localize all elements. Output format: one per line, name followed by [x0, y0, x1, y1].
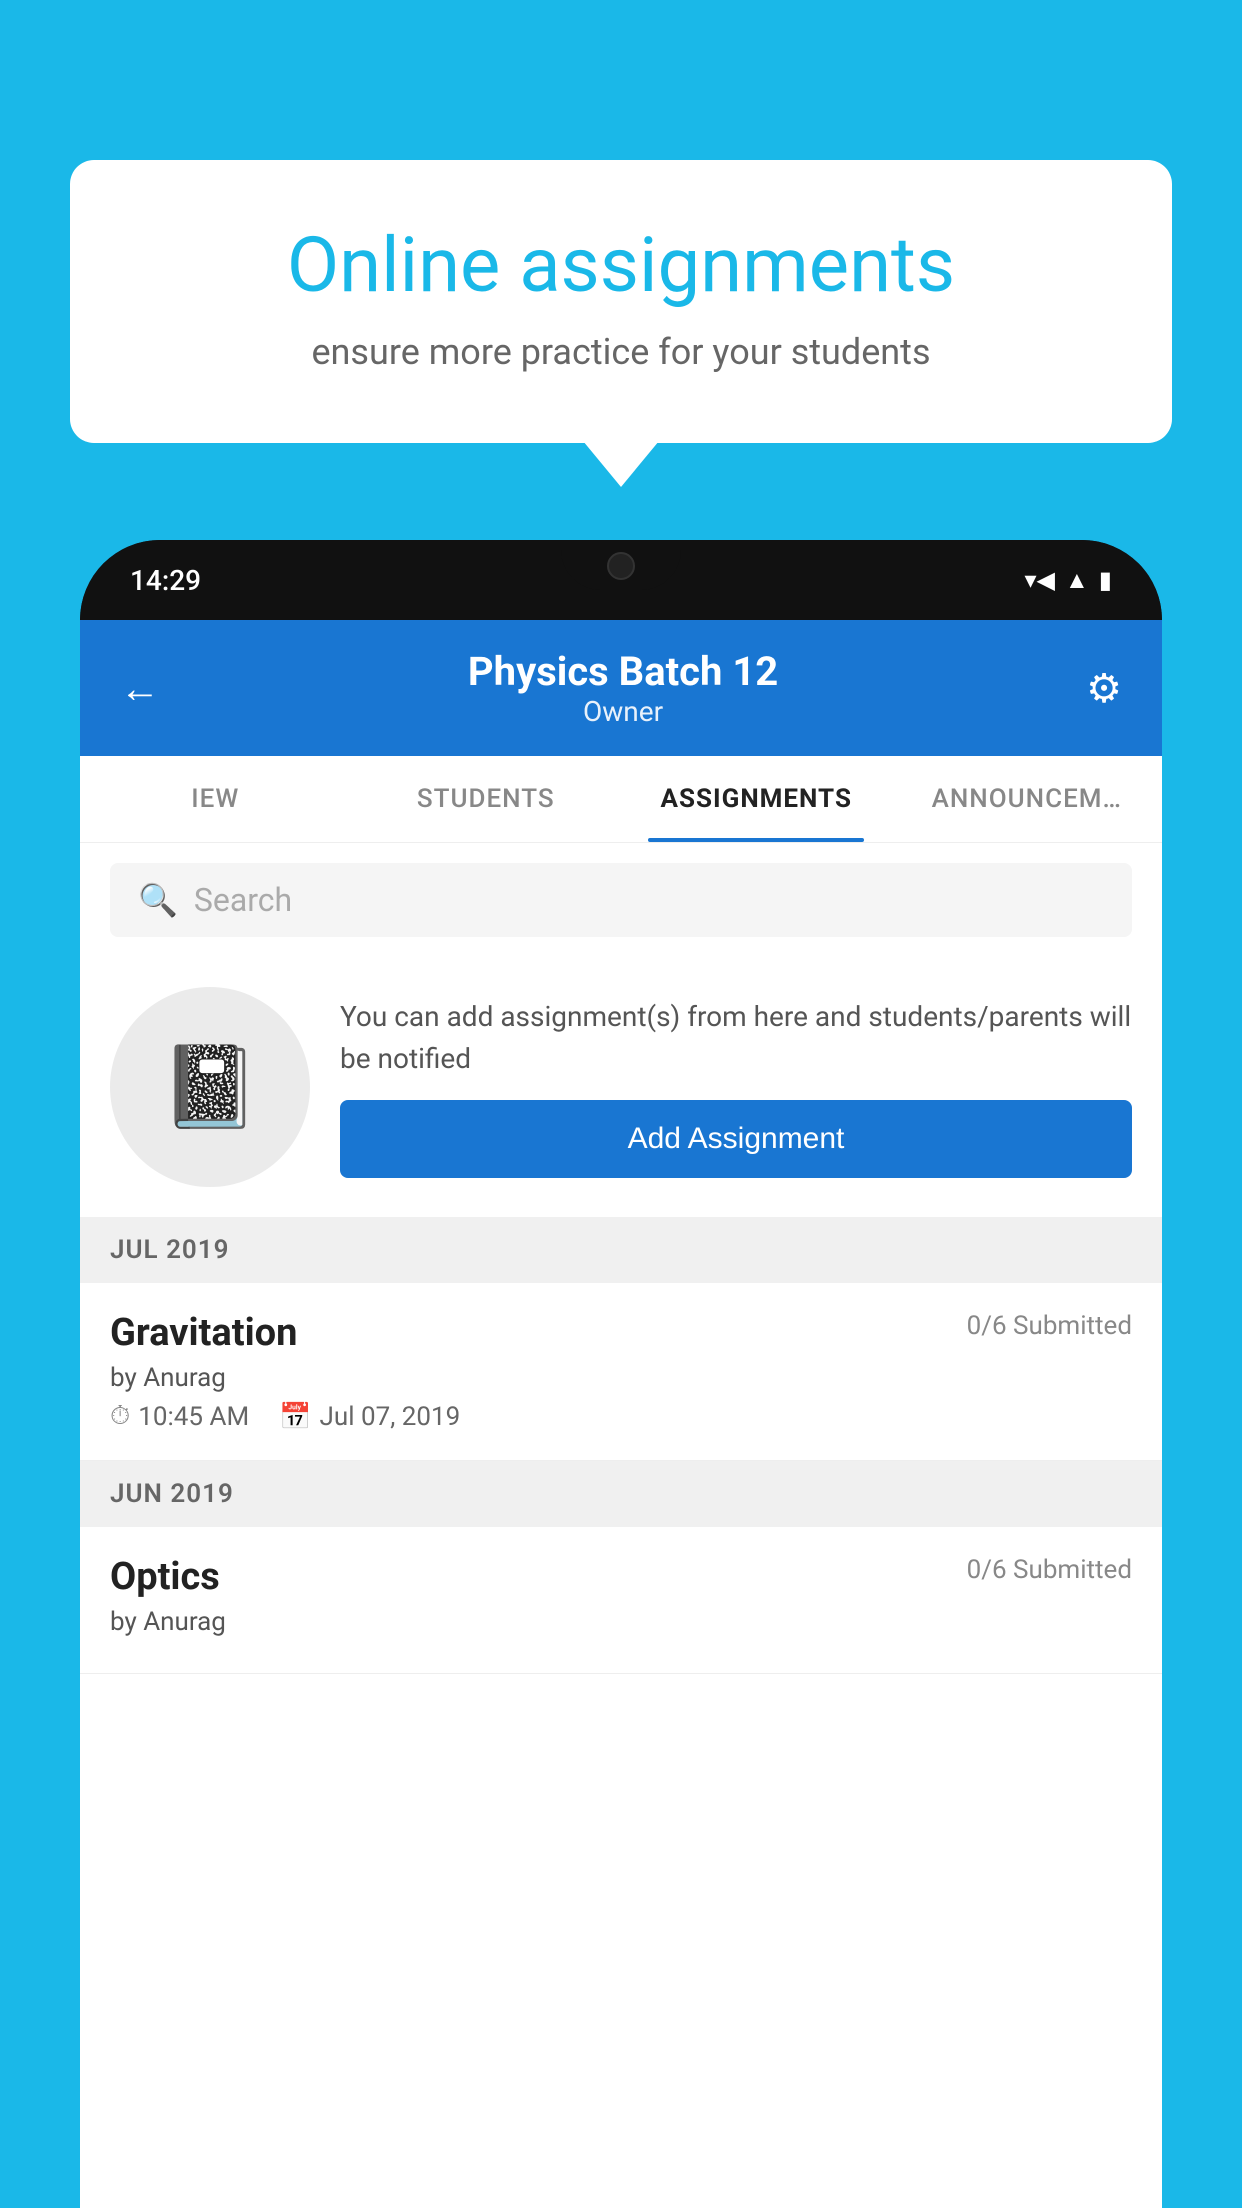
add-assignment-button[interactable]: Add Assignment	[340, 1100, 1132, 1178]
notebook-icon: 📓	[160, 1040, 260, 1134]
tab-students[interactable]: STUDENTS	[351, 756, 622, 842]
empty-state-description: You can add assignment(s) from here and …	[340, 996, 1132, 1080]
section-label-jun: JUN 2019	[110, 1479, 234, 1509]
status-bar: 14:29 ▾◀ ▲ ▮	[80, 540, 1162, 620]
assignment-submitted-optics: 0/6 Submitted	[967, 1555, 1132, 1585]
assignment-item-gravitation[interactable]: Gravitation 0/6 Submitted by Anurag ⏱ 10…	[80, 1283, 1162, 1461]
header-title: Physics Batch 12	[468, 648, 778, 695]
search-icon: 🔍	[138, 881, 178, 919]
tab-assignments[interactable]: ASSIGNMENTS	[621, 756, 892, 842]
wifi-icon: ▾◀	[1025, 566, 1056, 594]
assignment-top-row-optics: Optics 0/6 Submitted	[110, 1555, 1132, 1599]
empty-state: 📓 You can add assignment(s) from here an…	[80, 957, 1162, 1217]
assignment-date-value: Jul 07, 2019	[320, 1402, 461, 1432]
tabs-bar: IEW STUDENTS ASSIGNMENTS ANNOUNCEM…	[80, 756, 1162, 843]
phone-frame: 14:29 ▾◀ ▲ ▮ ← Physics Batch 12 Owner ⚙ …	[80, 540, 1162, 2208]
section-label-jul: JUL 2019	[110, 1235, 230, 1265]
calendar-icon: 📅	[279, 1402, 311, 1432]
assignment-title-gravitation: Gravitation	[110, 1311, 297, 1355]
tab-iew[interactable]: IEW	[80, 756, 351, 842]
assignment-item-optics[interactable]: Optics 0/6 Submitted by Anurag	[80, 1527, 1162, 1674]
status-icons: ▾◀ ▲ ▮	[1025, 566, 1113, 595]
back-button[interactable]: ←	[120, 665, 160, 712]
tab-announcements[interactable]: ANNOUNCEM…	[892, 756, 1163, 842]
settings-icon[interactable]: ⚙	[1086, 665, 1122, 712]
speech-bubble-subtitle: ensure more practice for your students	[140, 331, 1102, 373]
assignment-title-optics: Optics	[110, 1555, 220, 1599]
header-center: Physics Batch 12 Owner	[468, 648, 778, 728]
clock-icon: ⏱	[110, 1401, 130, 1432]
search-placeholder: Search	[194, 881, 292, 919]
app-header: ← Physics Batch 12 Owner ⚙	[80, 620, 1162, 756]
section-header-jul: JUL 2019	[80, 1217, 1162, 1283]
assignment-date-gravitation: 📅 Jul 07, 2019	[279, 1402, 460, 1432]
assignment-by-optics: by Anurag	[110, 1607, 1132, 1637]
assignment-time-gravitation: ⏱ 10:45 AM	[110, 1401, 249, 1432]
speech-bubble-title: Online assignments	[140, 220, 1102, 311]
search-box[interactable]: 🔍 Search	[110, 863, 1132, 937]
section-header-jun: JUN 2019	[80, 1461, 1162, 1527]
speech-bubble-container: Online assignments ensure more practice …	[70, 160, 1172, 443]
assignment-submitted-gravitation: 0/6 Submitted	[967, 1311, 1132, 1341]
status-time: 14:29	[130, 564, 201, 597]
signal-icon: ▲	[1065, 566, 1089, 595]
assignment-by-gravitation: by Anurag	[110, 1363, 1132, 1393]
phone-notch	[561, 540, 681, 590]
speech-bubble: Online assignments ensure more practice …	[70, 160, 1172, 443]
battery-icon: ▮	[1099, 566, 1112, 594]
app-screen: ← Physics Batch 12 Owner ⚙ IEW STUDENTS …	[80, 620, 1162, 2208]
assignment-time-value: 10:45 AM	[138, 1402, 249, 1432]
empty-state-content: You can add assignment(s) from here and …	[340, 996, 1132, 1178]
header-subtitle: Owner	[468, 695, 778, 728]
assignment-meta-gravitation: ⏱ 10:45 AM 📅 Jul 07, 2019	[110, 1401, 1132, 1432]
front-camera	[607, 552, 635, 580]
notebook-icon-container: 📓	[110, 987, 310, 1187]
assignment-top-row: Gravitation 0/6 Submitted	[110, 1311, 1132, 1355]
search-container: 🔍 Search	[80, 843, 1162, 957]
